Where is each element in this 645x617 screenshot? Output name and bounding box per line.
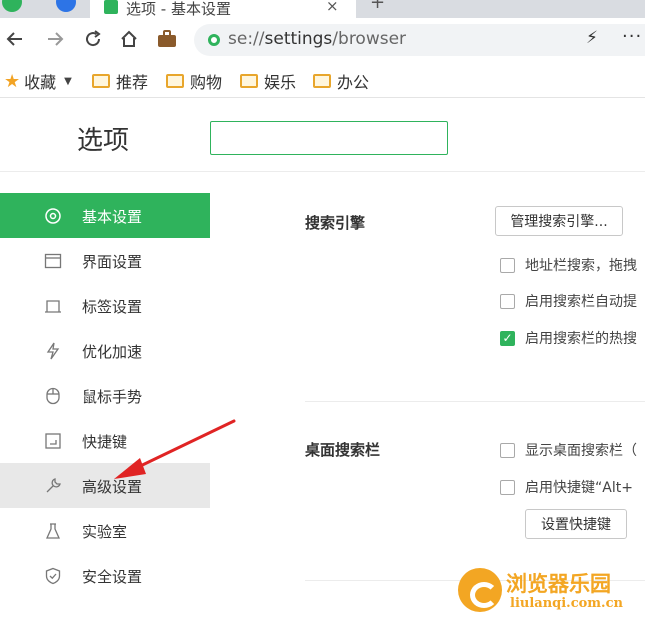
- checkbox-unchecked[interactable]: [500, 442, 515, 458]
- close-tab-icon[interactable]: ×: [326, 0, 339, 15]
- folder-icon: [240, 74, 258, 88]
- browser-toolbar: se://settings/browser ⚡ ···: [0, 18, 645, 62]
- caret-down-icon: ▼: [64, 75, 72, 87]
- address-bar[interactable]: se://settings/browser ⚡ ···: [194, 24, 645, 56]
- sidebar-item-interface[interactable]: 界面设置: [0, 238, 210, 283]
- tab-icon: [43, 296, 63, 316]
- back-icon[interactable]: [2, 26, 28, 52]
- option-search-hot[interactable]: ✓ 启用搜索栏的热搜: [500, 328, 637, 348]
- manage-search-engines-button[interactable]: 管理搜索引擎...: [495, 206, 623, 236]
- secure-icon: [208, 34, 220, 46]
- home-icon[interactable]: [116, 26, 142, 52]
- gear-icon: [43, 206, 63, 226]
- section-divider: [305, 401, 645, 402]
- flask-icon: [43, 521, 63, 541]
- lightning-icon[interactable]: ⚡: [586, 28, 598, 48]
- bookmark-favorites[interactable]: ★ 收藏 ▼: [4, 69, 72, 93]
- watermark-title: 浏览器乐园: [506, 572, 611, 596]
- mouse-icon: [43, 386, 63, 406]
- settings-favicon-icon: [104, 0, 118, 14]
- page-title: 选项: [77, 126, 130, 156]
- sidebar-item-shortcuts[interactable]: 快捷键: [0, 418, 210, 463]
- folder-icon: [166, 74, 184, 88]
- checkbox-unchecked[interactable]: [500, 257, 515, 273]
- bookmark-folder-recommend[interactable]: 推荐: [92, 69, 148, 93]
- set-shortcut-button[interactable]: 设置快捷键: [525, 509, 627, 539]
- lightning-icon: [43, 341, 63, 361]
- forward-icon[interactable]: [42, 26, 68, 52]
- settings-search-input[interactable]: [210, 121, 448, 155]
- address-url[interactable]: se://settings/browser: [228, 29, 406, 49]
- sidebar-item-basic[interactable]: 基本设置: [0, 193, 210, 238]
- sidebar-item-security[interactable]: 安全设置: [0, 553, 210, 598]
- section-title-desktop-search: 桌面搜索栏: [305, 441, 381, 459]
- inactive-tab-favicon-icon[interactable]: [56, 0, 76, 12]
- settings-header: 选项: [0, 98, 645, 172]
- checkbox-checked[interactable]: ✓: [500, 330, 515, 346]
- option-show-desktop-search[interactable]: 显示桌面搜索栏（: [500, 440, 637, 460]
- bookmarks-bar: ★ 收藏 ▼ 推荐 购物 娱乐 办公: [0, 62, 645, 98]
- browser-logo-icon[interactable]: [2, 0, 22, 12]
- sidebar-item-optimize[interactable]: 优化加速: [0, 328, 210, 373]
- bookmark-folder-office[interactable]: 办公: [313, 69, 369, 93]
- watermark: 浏览器乐园 liulanqi.com.cn: [458, 566, 645, 617]
- watermark-url: liulanqi.com.cn: [510, 596, 623, 611]
- checkbox-unchecked[interactable]: [500, 293, 515, 309]
- sidebar-item-lab[interactable]: 实验室: [0, 508, 210, 553]
- briefcase-icon[interactable]: [154, 26, 180, 52]
- sidebar-item-mouse-gestures[interactable]: 鼠标手势: [0, 373, 210, 418]
- section-title-search-engine: 搜索引擎: [305, 214, 366, 232]
- sidebar-item-tabs[interactable]: 标签设置: [0, 283, 210, 328]
- option-search-autocomplete[interactable]: 启用搜索栏自动提: [500, 291, 637, 311]
- tab-strip: 选项 - 基本设置 × +: [0, 0, 645, 18]
- tab-title: 选项 - 基本设置: [126, 0, 231, 18]
- sidebar-item-advanced[interactable]: 高级设置: [0, 463, 210, 508]
- bookmark-folder-shopping[interactable]: 购物: [166, 69, 222, 93]
- more-menu-icon[interactable]: ···: [622, 26, 642, 47]
- folder-icon: [92, 74, 110, 88]
- watermark-logo-icon: [458, 568, 502, 612]
- star-icon: ★: [4, 70, 21, 92]
- active-tab[interactable]: 选项 - 基本设置 ×: [90, 0, 356, 18]
- window-icon: [43, 251, 63, 271]
- checkbox-unchecked[interactable]: [500, 479, 515, 495]
- bookmark-folder-entertainment[interactable]: 娱乐: [240, 69, 296, 93]
- wrench-icon: [43, 476, 63, 496]
- keyboard-shortcut-icon: [43, 431, 63, 451]
- option-enable-shortcut[interactable]: 启用快捷键“Alt+: [500, 477, 633, 497]
- reload-icon[interactable]: [80, 26, 106, 52]
- new-tab-button[interactable]: +: [370, 0, 385, 13]
- shield-icon: [43, 566, 63, 586]
- settings-sidebar: 基本设置 界面设置 标签设置 优化加速 鼠标手势 快捷键 高级设置 实验室 安全…: [0, 193, 210, 598]
- settings-content: 搜索引擎 管理搜索引擎... 地址栏搜索，拖拽 启用搜索栏自动提 ✓ 启用搜索栏…: [210, 172, 645, 617]
- option-addressbar-search[interactable]: 地址栏搜索，拖拽: [500, 255, 637, 275]
- folder-icon: [313, 74, 331, 88]
